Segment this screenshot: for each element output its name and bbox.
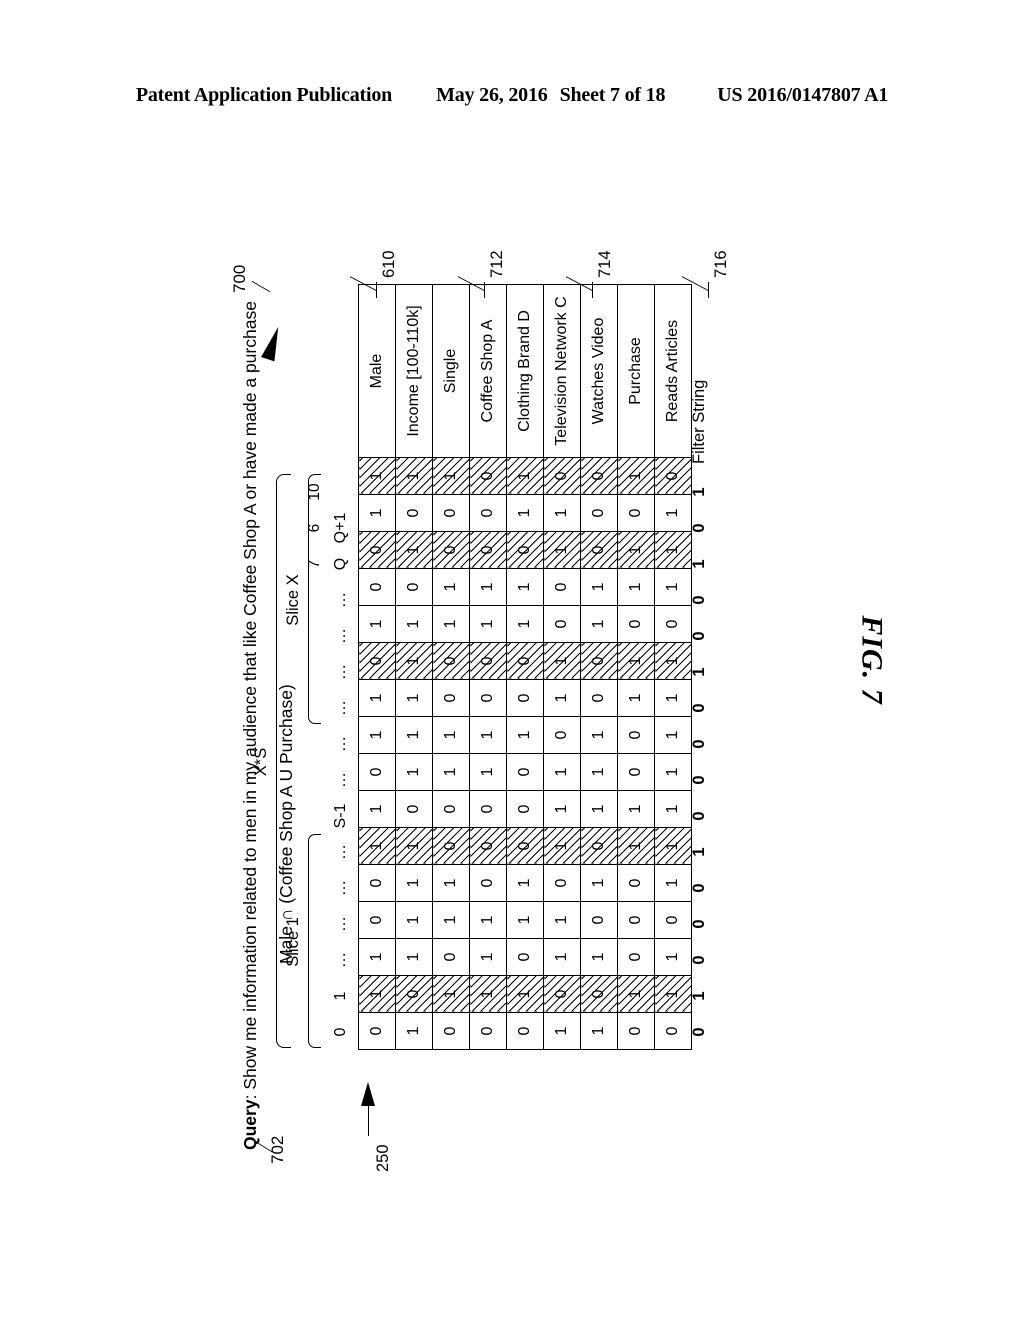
arrow-head-250-icon — [361, 1082, 375, 1106]
ref-number-610: 610 — [380, 250, 398, 278]
lead-line — [566, 276, 592, 291]
lead-line-250 — [368, 1106, 369, 1136]
ref-number-712: 712 — [488, 250, 506, 278]
lead-tick — [376, 282, 377, 298]
figure-label: FIG. 7 — [855, 615, 889, 705]
lead-tick — [592, 282, 593, 298]
lead-line — [682, 276, 708, 291]
reference-callouts: 610 712 714 716 — [232, 170, 792, 1150]
lead-line — [458, 276, 484, 291]
figure-drawing: Query: Show me information related to me… — [230, 170, 792, 1172]
lead-line — [350, 276, 376, 291]
ref-number-716: 716 — [712, 250, 730, 278]
lead-tick — [484, 282, 485, 298]
figure-sheet: FIG. 7 Query: Show me information relate… — [0, 0, 1024, 1320]
ref-number-250: 250 — [374, 1144, 392, 1172]
ref-number-714: 714 — [596, 250, 614, 278]
lead-tick — [708, 282, 709, 298]
